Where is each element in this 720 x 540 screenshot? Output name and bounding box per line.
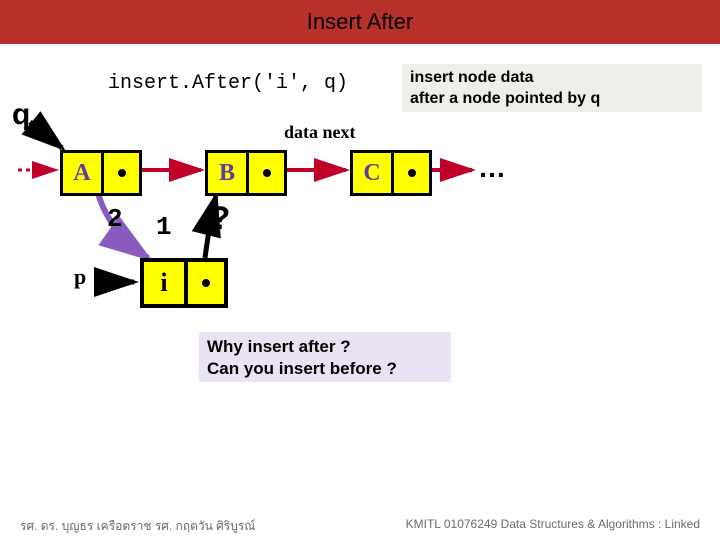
pointer-dot-icon xyxy=(408,169,416,177)
node-i: i xyxy=(140,258,228,308)
why-box: Why insert after ? Can you insert before… xyxy=(199,332,451,382)
pointer-dot-icon xyxy=(118,169,126,177)
pointer-p-label: p xyxy=(74,264,86,290)
code-snippet: insert.After('i', q) xyxy=(108,72,348,95)
why-line-1: Why insert after ? xyxy=(207,336,443,358)
ellipsis-right: … xyxy=(478,152,506,184)
footer: รศ. ดร. บุญธร เครือตราช รศ. กฤตวัน ศิริบ… xyxy=(0,517,720,536)
desc-line-1: insert node data xyxy=(410,68,694,89)
node-b-next xyxy=(246,153,284,193)
node-a-next xyxy=(101,153,139,193)
description-box: insert node data after a node pointed by… xyxy=(402,64,702,112)
node-c-data: C xyxy=(353,153,391,193)
node-b-data: B xyxy=(208,153,246,193)
pointer-dot-icon xyxy=(202,279,210,287)
pointer-q-label: q xyxy=(12,98,30,132)
why-line-2: Can you insert before ? xyxy=(207,358,443,380)
node-c: C xyxy=(350,150,432,196)
node-b: B xyxy=(205,150,287,196)
node-a-data: A xyxy=(63,153,101,193)
node-c-next xyxy=(391,153,429,193)
footer-right: KMITL 01076249 Data Structures & Algorit… xyxy=(406,517,700,536)
title-bar: Insert After xyxy=(0,0,720,44)
footer-left: รศ. ดร. บุญธร เครือตราช รศ. กฤตวัน ศิริบ… xyxy=(20,517,255,536)
node-i-next xyxy=(184,262,224,304)
slide-title: Insert After xyxy=(307,9,413,35)
step-1-label: 1 xyxy=(156,212,172,242)
data-next-label: data next xyxy=(284,122,356,143)
node-a: A xyxy=(60,150,142,196)
desc-line-2: after a node pointed by q xyxy=(410,89,694,110)
step-question-mark: ? xyxy=(210,202,230,240)
pointer-dot-icon xyxy=(263,169,271,177)
step-2-label: 2 xyxy=(107,204,123,234)
node-i-data: i xyxy=(144,262,184,304)
